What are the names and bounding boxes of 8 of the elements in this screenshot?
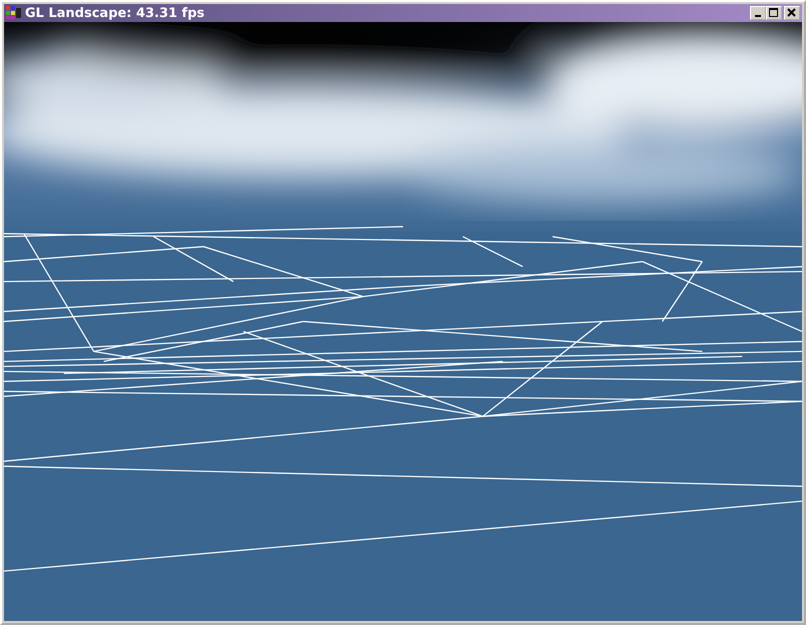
- maximize-button[interactable]: [766, 6, 782, 20]
- app-icon: [6, 6, 22, 20]
- close-icon: [787, 8, 797, 18]
- close-button[interactable]: [784, 6, 800, 20]
- window-title: GL Landscape: 43.31 fps: [25, 6, 206, 20]
- maximize-icon: [769, 8, 779, 18]
- minimize-button[interactable]: [750, 6, 766, 20]
- minimize-icon: [755, 15, 761, 17]
